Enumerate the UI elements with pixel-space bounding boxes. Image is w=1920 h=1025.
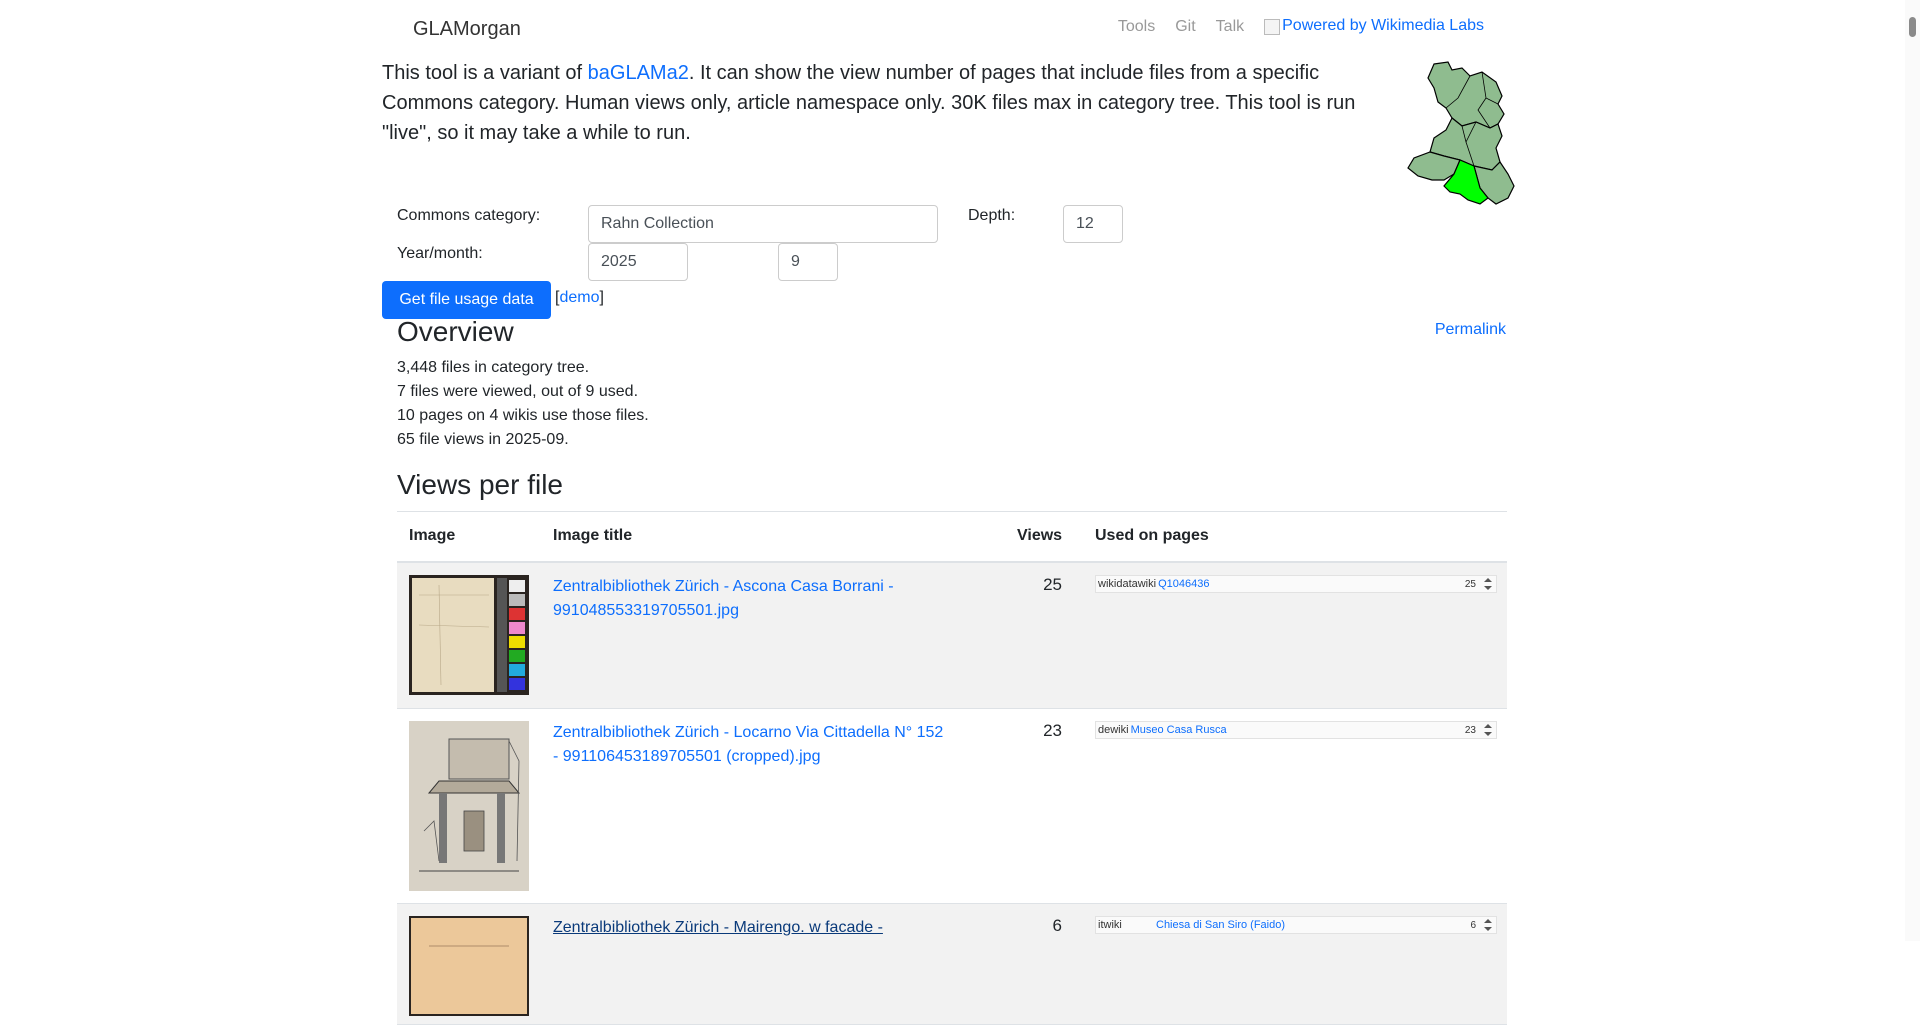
header-used: Used on pages [1095,527,1209,544]
year-input[interactable] [588,243,688,281]
usage-entry: wikidatawiki Q1046436 25 [1095,575,1497,593]
stat-files-in-tree: 3,448 files in category tree. [397,359,590,376]
file-thumbnail[interactable] [409,575,529,695]
table-row: Zentralbibliothek Zürich - Mairengo. w f… [397,904,1507,1025]
table-row: Zentralbibliothek Zürich - Locarno Via C… [397,709,1507,904]
month-input[interactable] [778,243,838,281]
demo-link[interactable]: demo [559,289,599,306]
intro-text-before: This tool is a variant of [382,62,588,84]
usage-wiki: dewiki [1098,724,1129,736]
broken-image-icon [1264,19,1281,35]
map-region-north [1427,61,1505,129]
thumbnail-locarno-image [409,721,529,891]
sort-arrows-icon[interactable] [1483,917,1493,933]
used-on-pages: itwiki Chiesa di San Siro (Faido) 6 [1095,916,1497,938]
permalink-link[interactable]: Permalink [1435,321,1506,339]
usage-count: 25 [1464,578,1476,590]
file-thumbnail[interactable] [409,721,529,891]
file-views-count: 6 [1052,916,1062,935]
category-input[interactable] [588,205,938,243]
section-divider [397,511,1507,512]
file-title-link[interactable]: Zentralbibliothek Zürich - Locarno Via C… [553,721,953,769]
depth-label: Depth: [968,207,1016,224]
usage-count: 23 [1464,724,1476,736]
yearmonth-label: Year/month: [397,245,483,262]
views-per-file-heading: Views per file [397,469,564,500]
usage-entry: dewiki Museo Casa Rusca 23 [1095,721,1497,739]
wikimedia-labs-alt-text: Powered by Wikimedia Labs [1282,17,1484,34]
header-title: Image title [553,527,633,544]
usage-page-link[interactable]: Chiesa di San Siro (Faido) [1156,919,1285,931]
nav-links: Tools Git Talk Powered by Wikimedia Labs [1118,17,1484,36]
used-on-pages: dewiki Museo Casa Rusca 23 [1095,721,1497,743]
demo-wrapper: [demo] [555,289,604,307]
wikimedia-labs-link[interactable]: Powered by Wikimedia Labs [1264,17,1484,36]
overview-stats: 3,448 files in category tree. 7 files we… [397,356,649,452]
nav-talk-link[interactable]: Talk [1216,17,1244,36]
sort-arrows-icon[interactable] [1483,576,1493,592]
depth-input[interactable] [1063,205,1123,243]
thumbnail-mairengo-image [409,916,529,1016]
get-file-usage-button[interactable]: Get file usage data [382,281,551,319]
stat-file-views: 65 file views in 2025-09. [397,431,569,448]
stat-pages-wikis: 10 pages on 4 wikis use those files. [397,407,649,424]
usage-entry: itwiki Chiesa di San Siro (Faido) 6 [1095,916,1497,934]
nav-tools-link[interactable]: Tools [1118,17,1155,36]
sort-arrows-icon[interactable] [1483,722,1493,738]
usage-wiki: wikidatawiki [1098,578,1157,590]
file-views-count: 25 [1043,575,1062,594]
navbar: GLAMorgan Tools Git Talk Powered by Wiki… [382,0,1518,58]
nav-git-link[interactable]: Git [1175,17,1195,36]
thumbnail-ascona-image [409,575,529,695]
used-on-pages: wikidatawiki Q1046436 25 [1095,575,1497,597]
file-title-link[interactable]: Zentralbibliothek Zürich - Ascona Casa B… [553,575,953,623]
views-per-file-table: Image Image title Views Used on pages Ze… [397,513,1507,1025]
intro-text: This tool is a variant of baGLAMa2. It c… [382,58,1382,148]
header-views: Views [1017,527,1063,544]
wales-map-image [1407,61,1515,205]
category-label: Commons category: [397,207,541,224]
usage-page-link[interactable]: Q1046436 [1158,578,1209,590]
file-title-link[interactable]: Zentralbibliothek Zürich - Mairengo. w f… [553,916,953,940]
page-scrollbar[interactable] [1905,0,1920,941]
usage-count: 6 [1470,919,1476,931]
table-row: Zentralbibliothek Zürich - Ascona Casa B… [397,563,1507,709]
usage-page-link[interactable]: Museo Casa Rusca [1131,724,1227,736]
usage-wiki: itwiki [1098,919,1122,931]
file-thumbnail[interactable] [409,916,529,1016]
scrollbar-thumb[interactable] [1909,17,1916,37]
overview-heading: Overview [397,316,514,347]
demo-bracket-close: ] [599,289,604,306]
table-header: Image Image title Views Used on pages [397,513,1507,563]
file-views-count: 23 [1043,721,1062,740]
baglama2-link[interactable]: baGLAMa2 [588,62,689,84]
header-image: Image [409,527,456,544]
brand-link[interactable]: GLAMorgan [413,18,521,41]
stat-files-viewed: 7 files were viewed, out of 9 used. [397,383,639,400]
